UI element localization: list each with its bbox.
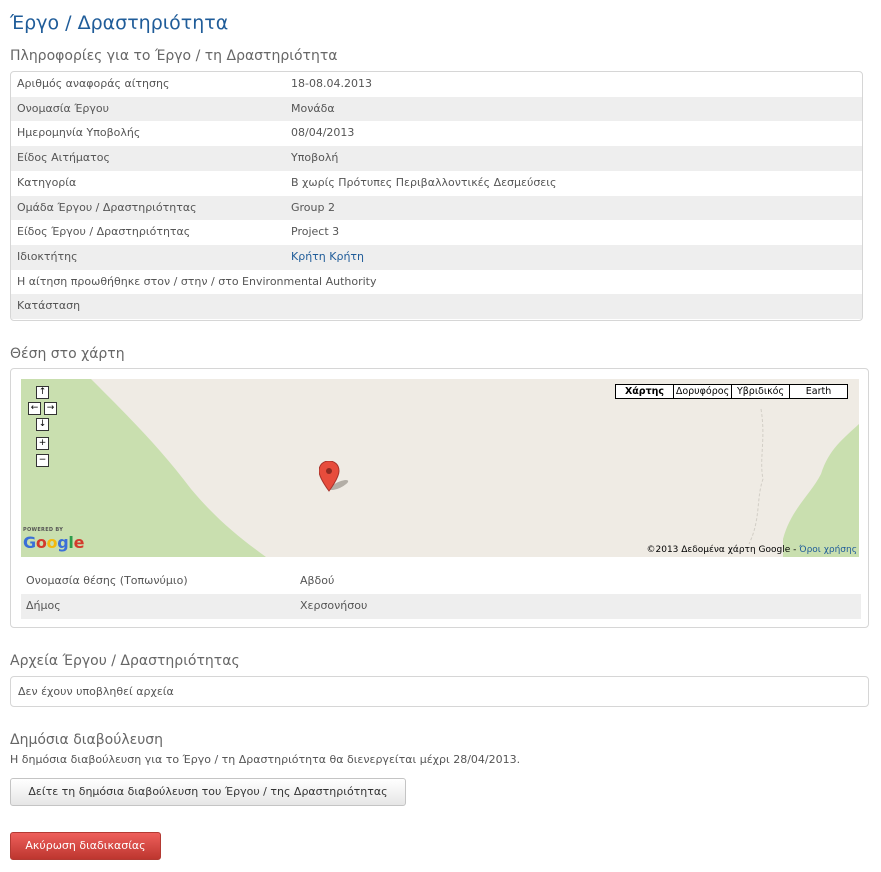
copyright-text: ©2013 Δεδομένα χάρτη Google -	[646, 545, 800, 555]
consultation-text: Η δημόσια διαβούλευση για το Έργο / τη Δ…	[10, 753, 521, 766]
pan-left-button[interactable]: ←	[28, 402, 41, 415]
land-east	[783, 424, 859, 557]
info-row-project-type: Είδος Έργου / Δραστηριότητας Project 3	[11, 220, 862, 245]
project-info-table: Αριθμός αναφοράς αίτησης 18-08.04.2013 Ο…	[10, 71, 863, 321]
map-heading: Θέση στο χάρτη	[10, 346, 125, 362]
info-value: Μονάδα	[291, 101, 335, 115]
info-value: 08/04/2013	[291, 126, 355, 140]
map-type-hybrid[interactable]: Υβριδικός	[731, 385, 789, 398]
zoom-out-button[interactable]: −	[36, 454, 49, 467]
info-label: Κατηγορία	[17, 175, 77, 189]
road-east	[748, 408, 764, 545]
pan-up-button[interactable]: ↑	[36, 386, 49, 399]
info-row-forwarded: Η αίτηση προωθήθηκε στον / στην / στο En…	[11, 270, 862, 295]
pan-right-button[interactable]: →	[44, 402, 57, 415]
map-type-earth[interactable]: Earth	[789, 385, 847, 398]
map-terrain	[21, 379, 859, 557]
info-row-project-group: Ομάδα Έργου / Δραστηριότητας Group 2	[11, 195, 862, 221]
map-copyright: ©2013 Δεδομένα χάρτη Google - Όροι χρήση…	[647, 545, 858, 555]
map-type-satellite[interactable]: Δορυφόρος	[673, 385, 731, 398]
location-label: Ονομασία θέσης (Τοπωνύμιο)	[26, 574, 188, 587]
location-label: Δήμος	[26, 599, 61, 612]
info-label: Ιδιοκτήτης	[17, 249, 78, 263]
zoom-in-button[interactable]: +	[36, 437, 49, 450]
info-value: Project 3	[291, 225, 340, 239]
map-type-map[interactable]: Χάρτης	[616, 385, 673, 398]
location-row-placename: Ονομασία θέσης (Τοπωνύμιο) Αβδού	[21, 569, 861, 594]
info-row-status: Κατάσταση	[11, 294, 862, 319]
location-value: Χερσονήσου	[300, 599, 368, 612]
consultation-heading: Δημόσια διαβούλευση	[10, 732, 164, 748]
files-empty-text: Δεν έχουν υποβληθεί αρχεία	[18, 685, 174, 698]
info-value: Group 2	[291, 200, 335, 214]
info-label: Ημερομηνία Υποβολής	[17, 126, 141, 140]
page-title: Έργο / Δραστηριότητα	[10, 12, 229, 34]
info-value: 18-08.04.2013	[291, 77, 372, 90]
info-row-submission-date: Ημερομηνία Υποβολής 08/04/2013	[11, 121, 862, 146]
google-logo[interactable]: Google	[23, 533, 84, 552]
owner-link[interactable]: Κρήτη Κρήτη	[291, 245, 364, 270]
info-row-owner: Ιδιοκτήτης Κρήτη Κρήτη	[11, 244, 862, 270]
view-consultation-button[interactable]: Δείτε τη δημόσια διαβούλευση του Έργου /…	[10, 778, 406, 806]
location-value: Αβδού	[300, 574, 335, 587]
info-label: Η αίτηση προωθήθηκε στον / στην / στο En…	[17, 274, 377, 288]
map-panel: ↑ ← → ↓ + − Χάρτης Δορυφόρος Υβριδικός E…	[10, 368, 869, 628]
info-label: Αριθμός αναφοράς αίτησης	[17, 77, 170, 90]
info-row-project-name: Ονομασία Έργου Μονάδα	[11, 96, 862, 122]
info-label: Είδος Αιτήματος	[17, 151, 110, 165]
project-info-heading: Πληροφορίες για το Έργο / τη Δραστηριότη…	[10, 48, 338, 64]
map-type-selector: Χάρτης Δορυφόρος Υβριδικός Earth	[615, 384, 848, 399]
files-list: Δεν έχουν υποβληθεί αρχεία	[10, 676, 869, 707]
map-marker-icon[interactable]	[319, 461, 355, 495]
map-canvas[interactable]: ↑ ← → ↓ + − Χάρτης Δορυφόρος Υβριδικός E…	[21, 379, 859, 557]
cancel-process-button[interactable]: Ακύρωση διαδικασίας	[10, 832, 161, 860]
terms-of-use-link[interactable]: Όροι χρήσης	[799, 545, 857, 555]
info-label: Είδος Έργου / Δραστηριότητας	[17, 225, 191, 239]
pan-down-button[interactable]: ↓	[36, 418, 49, 431]
info-value: Υποβολή	[291, 151, 339, 165]
info-label: Κατάσταση	[17, 299, 81, 313]
info-row-request-type: Είδος Αιτήματος Υποβολή	[11, 146, 862, 171]
info-label: Ομάδα Έργου / Δραστηριότητας	[17, 200, 197, 214]
info-row-reference: Αριθμός αναφοράς αίτησης 18-08.04.2013	[11, 72, 862, 97]
location-row-municipality: Δήμος Χερσονήσου	[21, 594, 861, 619]
info-label: Ονομασία Έργου	[17, 101, 110, 115]
info-value: Β χωρίς Πρότυπες Περιβαλλοντικές Δεσμεύσ…	[291, 175, 557, 189]
info-row-category: Κατηγορία Β χωρίς Πρότυπες Περιβαλλοντικ…	[11, 171, 862, 196]
files-heading: Αρχεία Έργου / Δραστηριότητας	[10, 653, 240, 669]
